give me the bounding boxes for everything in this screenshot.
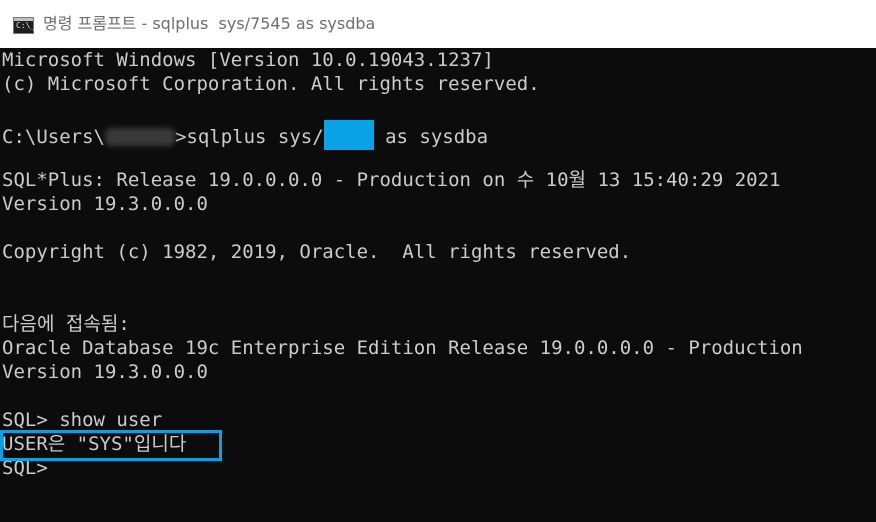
user-result-line: USER은 "SYS"입니다 [2,433,187,455]
console-line: Version 19.3.0.0.0 [2,193,208,215]
command-path-prefix: C:\Users\ [2,126,105,148]
console-line: SQL> show user [2,409,163,431]
console-line: 다음에 접속됨: [2,313,130,335]
sql-prompt-line: SQL> [2,457,48,479]
redacted-username [104,128,175,146]
cmd-icon[interactable]: C:\_ [13,17,35,34]
command-prompt-window: C:\_ 명령 프롬프트 - sqlplus sys/7545 as sysdb… [0,0,876,522]
command-line: C:\Users\ >sqlplus sys/ as sysdba [2,120,488,150]
command-text: >sqlplus sys/ [174,126,324,148]
console-line: SQL*Plus: Release 19.0.0.0.0 - Productio… [2,169,781,191]
console-line: Copyright (c) 1982, 2019, Oracle. All ri… [2,241,632,263]
console-output[interactable]: Microsoft Windows [Version 10.0.19043.12… [0,48,876,522]
console-line: Oracle Database 19c Enterprise Edition R… [2,337,803,359]
console-line: Microsoft Windows [Version 10.0.19043.12… [2,49,494,71]
title-bar[interactable]: C:\_ 명령 프롬프트 - sqlplus sys/7545 as sysdb… [0,0,876,48]
command-suffix: as sysdba [373,126,489,148]
window-title: 명령 프롬프트 - sqlplus sys/7545 as sysdba [43,14,376,33]
console-line: (c) Microsoft Corporation. All rights re… [2,73,540,95]
redacted-password-mask [323,120,374,150]
console-line: Version 19.3.0.0.0 [2,361,208,383]
